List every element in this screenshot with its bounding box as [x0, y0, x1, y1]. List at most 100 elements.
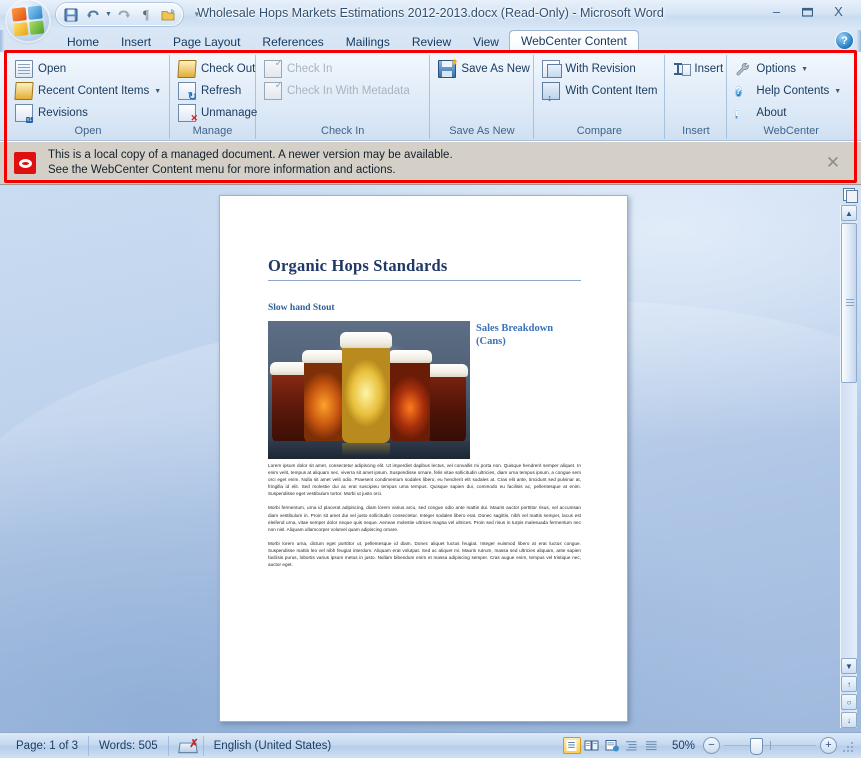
ribbon-group-manage: Check Out Refresh Unmanage Manage: [170, 55, 257, 139]
ribbon-item-save-as-new[interactable]: Save As New: [436, 58, 530, 80]
compare-revision-icon: [542, 60, 563, 78]
print-layout-view-button[interactable]: [562, 737, 581, 754]
ribbon-item-options[interactable]: Options ▼: [733, 58, 850, 80]
select-browse-object-button[interactable]: ○: [841, 694, 857, 710]
status-proofing[interactable]: ✗: [169, 735, 204, 756]
scroll-down-button[interactable]: ▼: [841, 658, 857, 674]
tab-mailings[interactable]: Mailings: [335, 33, 401, 52]
save-as-new-icon: [438, 58, 459, 78]
document-paragraph: Lorem ipsum dolor sit amet, consectetur …: [268, 463, 581, 497]
title-bar: ▼ ¶ ▾ Wholesale Hops Markets Estimations…: [0, 0, 861, 41]
scrollbar-thumb[interactable]: [841, 223, 857, 383]
next-page-button[interactable]: ↓: [841, 712, 857, 728]
status-page-count[interactable]: Page: 1 of 3: [6, 735, 90, 756]
checkin-metadata-icon: [264, 80, 283, 100]
folder-open-icon: [177, 60, 197, 78]
save-icon[interactable]: [61, 5, 81, 24]
ribbon-item-open[interactable]: Open: [13, 58, 164, 80]
ribbon-toolbar: Open Recent Content Items ▼ Revisions Op…: [0, 52, 861, 141]
minimize-button[interactable]: –: [762, 2, 791, 21]
draft-view-button[interactable]: [643, 737, 661, 754]
zoom-slider[interactable]: − +: [703, 737, 837, 755]
ribbon-item-unmanage[interactable]: Unmanage: [176, 102, 257, 124]
ribbon-group-save-as-new: Save As New Save As New: [430, 55, 535, 139]
ribbon-item-revisions[interactable]: Revisions: [13, 102, 164, 124]
pilcrow-icon[interactable]: ¶: [136, 5, 156, 24]
status-language[interactable]: English (United States): [204, 736, 342, 756]
tab-webcenter-content[interactable]: WebCenter Content: [509, 31, 638, 52]
tab-page-layout[interactable]: Page Layout: [162, 33, 251, 52]
web-layout-view-button[interactable]: [603, 737, 621, 754]
status-bar: Page: 1 of 3 Words: 505 ✗ English (Unite…: [0, 732, 861, 758]
unmanage-icon: [178, 104, 198, 124]
outline-view-button[interactable]: [623, 737, 641, 754]
maximize-button[interactable]: [793, 2, 822, 21]
document-paragraph: Morbi fermentum, urna id placerat adipis…: [268, 505, 581, 532]
split-window-handle[interactable]: [842, 187, 858, 203]
ribbon-group-insert: Insert Insert: [665, 55, 728, 139]
tab-home[interactable]: Home: [56, 33, 110, 52]
ribbon-tab-strip: Home Insert Page Layout References Maili…: [0, 30, 861, 52]
tab-view[interactable]: View: [462, 33, 510, 52]
scroll-up-button[interactable]: ▲: [841, 205, 857, 221]
checkin-icon: [264, 58, 283, 78]
zoom-track[interactable]: [724, 738, 816, 755]
status-word-count[interactable]: Words: 505: [89, 735, 169, 756]
customize-quick-access-icon[interactable]: ▾: [190, 6, 204, 22]
insert-icon: [673, 61, 692, 77]
help-circle-icon: ?: [735, 86, 742, 97]
ribbon-group-label-webcenter: WebCenter: [763, 125, 819, 137]
tab-review[interactable]: Review: [401, 33, 462, 52]
help-icon[interactable]: ?: [836, 32, 853, 49]
ribbon-item-refresh[interactable]: Refresh: [176, 80, 250, 103]
ribbon-group-label-compare: Compare: [576, 125, 623, 137]
beer-glasses-image[interactable]: [268, 321, 470, 459]
zoom-in-button[interactable]: +: [820, 737, 837, 754]
undo-dropdown-icon[interactable]: ▼: [104, 5, 113, 24]
document-icon: [15, 60, 33, 78]
open-folder-icon[interactable]: [158, 5, 178, 24]
view-buttons: [562, 737, 662, 754]
section-heading-wrap: Sales Breakdown: [476, 321, 581, 334]
quick-access-toolbar: ▼ ¶: [56, 3, 183, 26]
ribbon-group-compare: With Revision With Content Item Compare: [534, 55, 666, 139]
ribbon-group-label-manage: Manage: [192, 125, 233, 137]
ribbon-item-check-out[interactable]: Check Out: [176, 58, 255, 80]
resize-grip[interactable]: [843, 739, 855, 752]
previous-page-button[interactable]: ↑: [841, 676, 857, 692]
ribbon-item-check-in-with-metadata: Check In With Metadata: [262, 80, 424, 102]
ribbon-group-open: Open Recent Content Items ▼ Revisions Op…: [7, 55, 170, 139]
ribbon-group-label-save-as-new: Save As New: [449, 125, 515, 137]
zoom-slider-thumb[interactable]: [750, 738, 763, 755]
ribbon-group-check-in: Check In Check In With Metadata Check In: [256, 55, 431, 139]
wrench-icon: [735, 61, 751, 77]
ribbon-group-label-check-in: Check In: [321, 125, 365, 137]
ribbon-item-help-contents[interactable]: ? Help Contents ▼: [733, 80, 850, 102]
tab-insert[interactable]: Insert: [110, 33, 162, 52]
info-bar-text: This is a local copy of a managed docume…: [48, 148, 453, 178]
ribbon-item-insert[interactable]: Insert: [671, 58, 723, 80]
info-bar-close-icon[interactable]: ✕: [823, 153, 843, 173]
ribbon-item-recent-content-items[interactable]: Recent Content Items ▼: [13, 80, 164, 102]
document-page[interactable]: Organic Hops Standards Slow hand Stout S…: [219, 195, 628, 722]
ribbon-group-label-open: Open: [74, 125, 102, 137]
zoom-level-label[interactable]: 50%: [672, 740, 695, 752]
info-circle-icon: i: [735, 108, 739, 119]
zoom-out-button[interactable]: −: [703, 737, 720, 754]
undo-icon[interactable]: [83, 5, 103, 24]
info-bar-line1: This is a local copy of a managed docume…: [48, 149, 453, 161]
document-subheading: Slow hand Stout: [268, 303, 335, 313]
revisions-icon: [15, 104, 33, 123]
document-canvas: Organic Hops Standards Slow hand Stout S…: [0, 185, 861, 732]
tab-references[interactable]: References: [251, 33, 334, 52]
close-button[interactable]: X: [824, 2, 853, 21]
full-screen-reading-view-button[interactable]: [583, 737, 601, 754]
redo-icon[interactable]: [114, 5, 134, 24]
ribbon-item-with-content-item[interactable]: With Content Item: [540, 80, 659, 103]
document-heading: Organic Hops Standards: [268, 256, 581, 281]
ribbon-item-with-revision[interactable]: With Revision: [540, 58, 659, 80]
vertical-scrollbar[interactable]: ▲ ▼ ↑ ○ ↓: [840, 205, 857, 728]
window-controls: – X: [762, 2, 853, 21]
ribbon-item-about[interactable]: i About: [733, 102, 850, 124]
spelling-check-icon: ✗: [177, 738, 199, 754]
